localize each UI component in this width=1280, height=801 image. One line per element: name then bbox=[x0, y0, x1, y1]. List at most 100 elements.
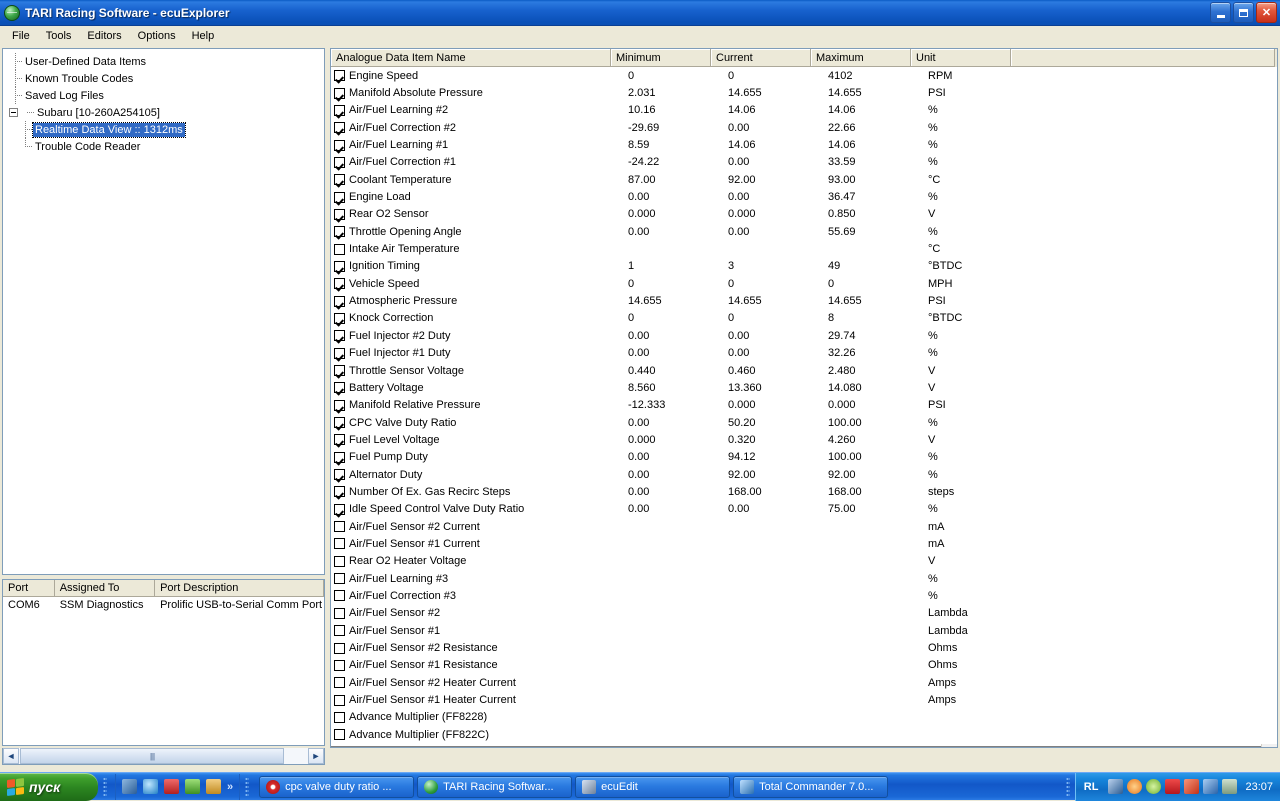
show-desktop-icon[interactable] bbox=[122, 779, 137, 794]
row-enable-checkbox[interactable] bbox=[334, 347, 345, 359]
battery-icon[interactable] bbox=[1222, 779, 1238, 794]
data-row[interactable]: Fuel Injector #1 Duty 0.00 0.00 32.26% bbox=[331, 345, 1277, 362]
task-button-total-commander[interactable]: Total Commander 7.0... bbox=[733, 775, 889, 798]
row-enable-checkbox[interactable] bbox=[334, 677, 345, 689]
row-enable-checkbox[interactable] bbox=[334, 555, 345, 567]
row-enable-checkbox[interactable] bbox=[334, 174, 345, 186]
column-header-minimum[interactable]: Minimum bbox=[611, 49, 711, 67]
menu-item-options[interactable]: Options bbox=[130, 28, 184, 44]
data-row[interactable]: Number Of Ex. Gas Recirc Steps 0.00 168.00… bbox=[331, 483, 1277, 500]
column-header-spacer[interactable] bbox=[1011, 49, 1275, 67]
data-row[interactable]: Air/Fuel Sensor #1 Heater Current Amps bbox=[331, 691, 1277, 708]
row-enable-checkbox[interactable] bbox=[334, 607, 345, 619]
language-indicator[interactable]: RL bbox=[1084, 781, 1099, 793]
data-row[interactable]: Air/Fuel Learning #2 10.16 14.06 14.06% bbox=[331, 102, 1277, 119]
port-column-header-port[interactable]: Port bbox=[3, 580, 55, 597]
data-row[interactable]: Coolant Temperature 87.00 92.00 93.00 °C bbox=[331, 171, 1277, 188]
column-header-analogue-data-item-name[interactable]: Analogue Data Item Name bbox=[331, 49, 611, 67]
data-row[interactable]: Air/Fuel Sensor #2 Heater Current Amps bbox=[331, 674, 1277, 691]
row-enable-checkbox[interactable] bbox=[334, 156, 345, 168]
tree-item-user-defined-data-items[interactable]: User-Defined Data Items bbox=[9, 53, 324, 70]
data-row[interactable]: Air/Fuel Sensor #1 Resistance Ohms bbox=[331, 657, 1277, 674]
network-icon[interactable] bbox=[1108, 779, 1124, 794]
port-table-row[interactable]: COM6 SSM Diagnostics Prolific USB-to-Ser… bbox=[3, 597, 324, 614]
tree-item-realtime-data-view[interactable]: Realtime Data View :: 1312ms bbox=[9, 121, 324, 138]
data-row[interactable]: Vehicle Speed 0 0 0 MPH bbox=[331, 275, 1277, 292]
tree-item-subaru[interactable]: Subaru [10-260A254105] bbox=[9, 104, 324, 121]
data-row[interactable]: Engine Load 0.00 0.00 36.47% bbox=[331, 188, 1277, 205]
scroll-right-icon[interactable]: ► bbox=[308, 748, 324, 764]
menu-item-help[interactable]: Help bbox=[184, 28, 223, 44]
digital-grid-scrollbar[interactable] bbox=[1261, 744, 1277, 747]
row-enable-checkbox[interactable] bbox=[334, 330, 345, 342]
row-enable-checkbox[interactable] bbox=[334, 521, 345, 533]
data-row[interactable]: Advance Multiplier (FF8228) bbox=[331, 709, 1277, 726]
column-header-unit[interactable]: Unit bbox=[911, 49, 1011, 67]
row-enable-checkbox[interactable] bbox=[334, 451, 345, 463]
row-enable-checkbox[interactable] bbox=[334, 573, 345, 585]
grid-splitter[interactable] bbox=[331, 746, 1277, 747]
data-row[interactable]: Air/Fuel Correction #3% bbox=[331, 587, 1277, 604]
folder-icon[interactable] bbox=[206, 779, 221, 794]
row-enable-checkbox[interactable] bbox=[334, 590, 345, 602]
data-row[interactable]: Rear O2 Sensor 0.000 0.000 0.850 V bbox=[331, 206, 1277, 223]
row-enable-checkbox[interactable] bbox=[334, 70, 345, 82]
antivirus-icon[interactable] bbox=[1146, 779, 1162, 794]
row-enable-checkbox[interactable] bbox=[334, 295, 345, 307]
row-enable-checkbox[interactable] bbox=[334, 87, 345, 99]
data-row[interactable]: Fuel Pump Duty 0.00 94.12 100.00% bbox=[331, 449, 1277, 466]
quick-launch-overflow-icon[interactable]: » bbox=[227, 781, 233, 793]
browser-icon[interactable] bbox=[143, 779, 158, 794]
save-icon[interactable] bbox=[164, 779, 179, 794]
ati-icon[interactable] bbox=[1165, 779, 1181, 794]
row-enable-checkbox[interactable] bbox=[334, 208, 345, 220]
data-row[interactable]: Air/Fuel Sensor #1 Current mA bbox=[331, 535, 1277, 552]
tree-item-saved-log-files[interactable]: Saved Log Files bbox=[9, 87, 324, 104]
row-enable-checkbox[interactable] bbox=[334, 503, 345, 515]
data-row[interactable]: Air/Fuel Sensor #2 Lambda bbox=[331, 605, 1277, 622]
tree-item-known-trouble-codes[interactable]: Known Trouble Codes bbox=[9, 70, 324, 87]
clock[interactable]: 23:07 bbox=[1245, 781, 1273, 793]
row-enable-checkbox[interactable] bbox=[334, 659, 345, 671]
row-enable-checkbox[interactable] bbox=[334, 434, 345, 446]
row-enable-checkbox[interactable] bbox=[334, 486, 345, 498]
task-button-ecuedit[interactable]: ecuEdit bbox=[575, 775, 731, 798]
data-row[interactable]: Air/Fuel Sensor #2 Current mA bbox=[331, 518, 1277, 535]
collapse-expander-icon[interactable] bbox=[9, 108, 18, 117]
media-icon[interactable] bbox=[185, 779, 200, 794]
row-enable-checkbox[interactable] bbox=[334, 382, 345, 394]
row-enable-checkbox[interactable] bbox=[334, 711, 345, 723]
menu-item-tools[interactable]: Tools bbox=[38, 28, 80, 44]
row-enable-checkbox[interactable] bbox=[334, 191, 345, 203]
scroll-left-icon[interactable]: ◄ bbox=[3, 748, 19, 764]
volume-mute-icon[interactable] bbox=[1184, 779, 1200, 794]
data-row[interactable]: Fuel Level Voltage 0.000 0.320 4.260 V bbox=[331, 431, 1277, 448]
task-button-tari-racing-software[interactable]: TARI Racing Softwar... bbox=[417, 775, 573, 798]
row-enable-checkbox[interactable] bbox=[334, 642, 345, 654]
data-row[interactable]: Intake Air Temperature °C bbox=[331, 240, 1277, 257]
column-header-current[interactable]: Current bbox=[711, 49, 811, 67]
column-header-maximum[interactable]: Maximum bbox=[811, 49, 911, 67]
menu-item-file[interactable]: File bbox=[4, 28, 38, 44]
data-row[interactable]: Throttle Opening Angle 0.00 0.00 55.69% bbox=[331, 223, 1277, 240]
data-row[interactable]: Air/Fuel Learning #1 8.59 14.06 14.06% bbox=[331, 136, 1277, 153]
data-row[interactable]: Air/Fuel Correction #2 -29.69 0.00 22.66% bbox=[331, 119, 1277, 136]
row-enable-checkbox[interactable] bbox=[334, 365, 345, 377]
data-row[interactable]: Engine Speed 0 0 4102 RPM bbox=[331, 67, 1277, 84]
data-row[interactable]: Battery Voltage 8.560 13.360 14.080 V bbox=[331, 379, 1277, 396]
data-row[interactable]: Ignition Timing 1 3 49 °BTDC bbox=[331, 258, 1277, 275]
row-enable-checkbox[interactable] bbox=[334, 729, 345, 741]
row-enable-checkbox[interactable] bbox=[334, 469, 345, 481]
data-row[interactable]: Alternator Duty 0.00 92.00 92.00% bbox=[331, 466, 1277, 483]
data-row[interactable]: Rear O2 Heater Voltage V bbox=[331, 553, 1277, 570]
scrollbar-thumb[interactable]: |||| bbox=[20, 748, 284, 764]
row-enable-checkbox[interactable] bbox=[334, 538, 345, 550]
menu-item-editors[interactable]: Editors bbox=[79, 28, 129, 44]
row-enable-checkbox[interactable] bbox=[334, 260, 345, 272]
port-column-header-description[interactable]: Port Description bbox=[155, 580, 324, 597]
row-enable-checkbox[interactable] bbox=[334, 694, 345, 706]
data-row[interactable]: Air/Fuel Correction #1 -24.22 0.00 33.59% bbox=[331, 154, 1277, 171]
row-enable-checkbox[interactable] bbox=[334, 104, 345, 116]
task-button-opera[interactable]: cpc valve duty ratio ... bbox=[259, 775, 415, 798]
row-enable-checkbox[interactable] bbox=[334, 625, 345, 637]
